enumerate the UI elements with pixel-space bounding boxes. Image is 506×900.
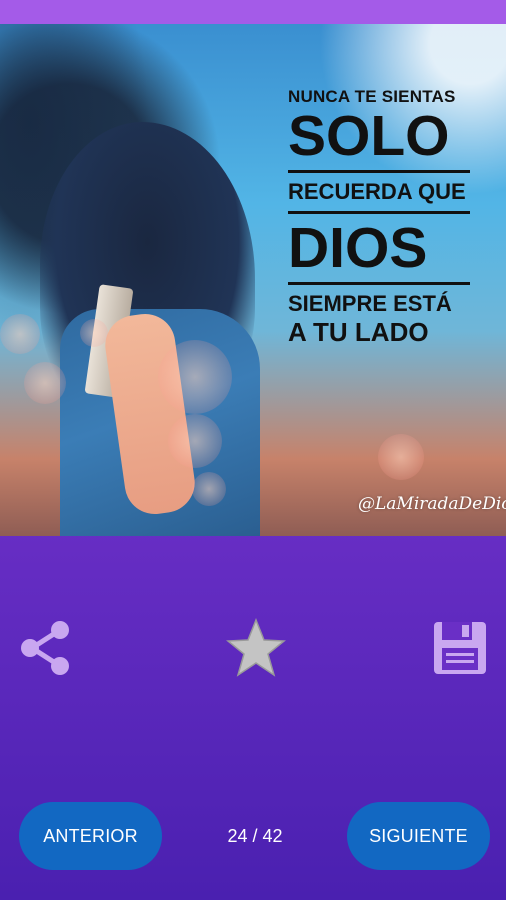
bokeh-light (0, 314, 40, 354)
page-counter: 24 / 42 (227, 826, 283, 846)
bokeh-light (24, 362, 66, 404)
quote-line: A TU LADO (288, 317, 429, 347)
floppy-disk-icon[interactable] (432, 620, 488, 676)
divider (288, 282, 470, 285)
previous-button[interactable]: ANTERIOR (19, 802, 162, 870)
quote-image: NUNCA TE SIENTAS SOLO RECUERDA QUE DIOS … (0, 24, 506, 536)
watermark-signature: @LaMiradaDeDios (358, 494, 506, 514)
quote-line: SIEMPRE ESTÁ (288, 291, 452, 316)
star-icon[interactable] (226, 617, 286, 678)
quote-line: SOLO (288, 104, 450, 168)
next-button[interactable]: SIGUIENTE (347, 802, 490, 870)
share-icon[interactable] (18, 620, 72, 676)
quote-line: DIOS (288, 216, 428, 280)
bokeh-light (192, 472, 226, 506)
quote-line: RECUERDA QUE (288, 179, 466, 204)
bokeh-light (378, 434, 424, 480)
bokeh-light (168, 414, 222, 468)
status-bar (0, 0, 506, 24)
divider (288, 170, 470, 173)
divider (288, 211, 470, 214)
quote-text: NUNCA TE SIENTAS SOLO RECUERDA QUE DIOS … (288, 86, 470, 347)
bokeh-light (158, 340, 232, 414)
bokeh-light (80, 319, 108, 347)
